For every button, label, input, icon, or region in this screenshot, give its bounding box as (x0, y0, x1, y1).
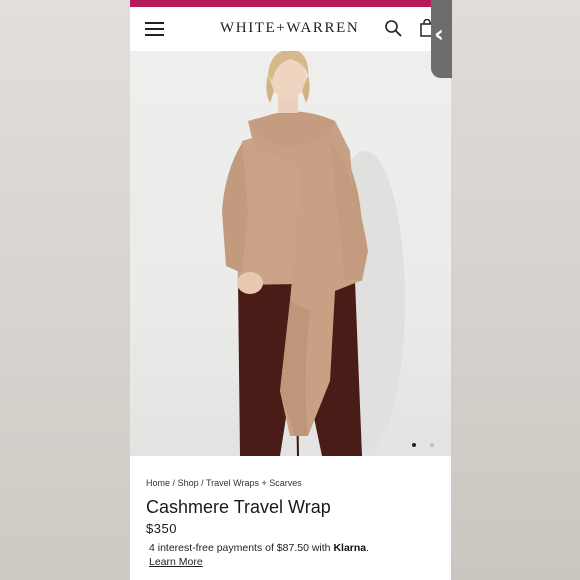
site-logo[interactable]: WHITE+WARREN (220, 20, 359, 37)
side-panel-tab[interactable]: ‹ (431, 0, 452, 78)
carousel-dot[interactable] (430, 443, 435, 447)
site-header: WHITE+WARREN (130, 7, 451, 51)
model-photo (222, 51, 405, 456)
learn-more-link[interactable]: Learn More (149, 556, 203, 568)
klarna-suffix: . (366, 542, 370, 554)
phone-screen: WHITE+WARREN Home / Shop / Travel Wraps … (130, 0, 451, 580)
search-icon[interactable] (384, 19, 402, 37)
klarna-installment-prefix: 4 interest-free payments of $87.50 with (149, 542, 334, 554)
breadcrumb: Home / Shop / Travel Wraps + Scarves (146, 478, 302, 488)
carousel-dots[interactable] (412, 434, 444, 452)
carousel-dot-active[interactable] (412, 443, 416, 447)
klarna-installment-text: 4 interest-free payments of $87.50 with … (149, 542, 369, 554)
hamburger-menu-icon[interactable] (145, 21, 165, 37)
product-price: $350 (146, 521, 177, 536)
background-right (451, 0, 580, 580)
top-accent-strip (130, 0, 451, 7)
product-title: Cashmere Travel Wrap (146, 497, 331, 517)
product-image[interactable] (130, 51, 451, 456)
chevron-left-icon: ‹ (434, 20, 444, 48)
breadcrumb-category-link[interactable]: Travel Wraps + Scarves (206, 478, 302, 488)
breadcrumb-shop-link[interactable]: Shop (178, 478, 199, 488)
breadcrumb-separator: / (201, 478, 204, 488)
breadcrumb-separator: / (172, 478, 176, 488)
background-left (0, 0, 130, 580)
klarna-brand: Klarna (333, 542, 367, 554)
breadcrumb-home-link[interactable]: Home (146, 478, 170, 488)
